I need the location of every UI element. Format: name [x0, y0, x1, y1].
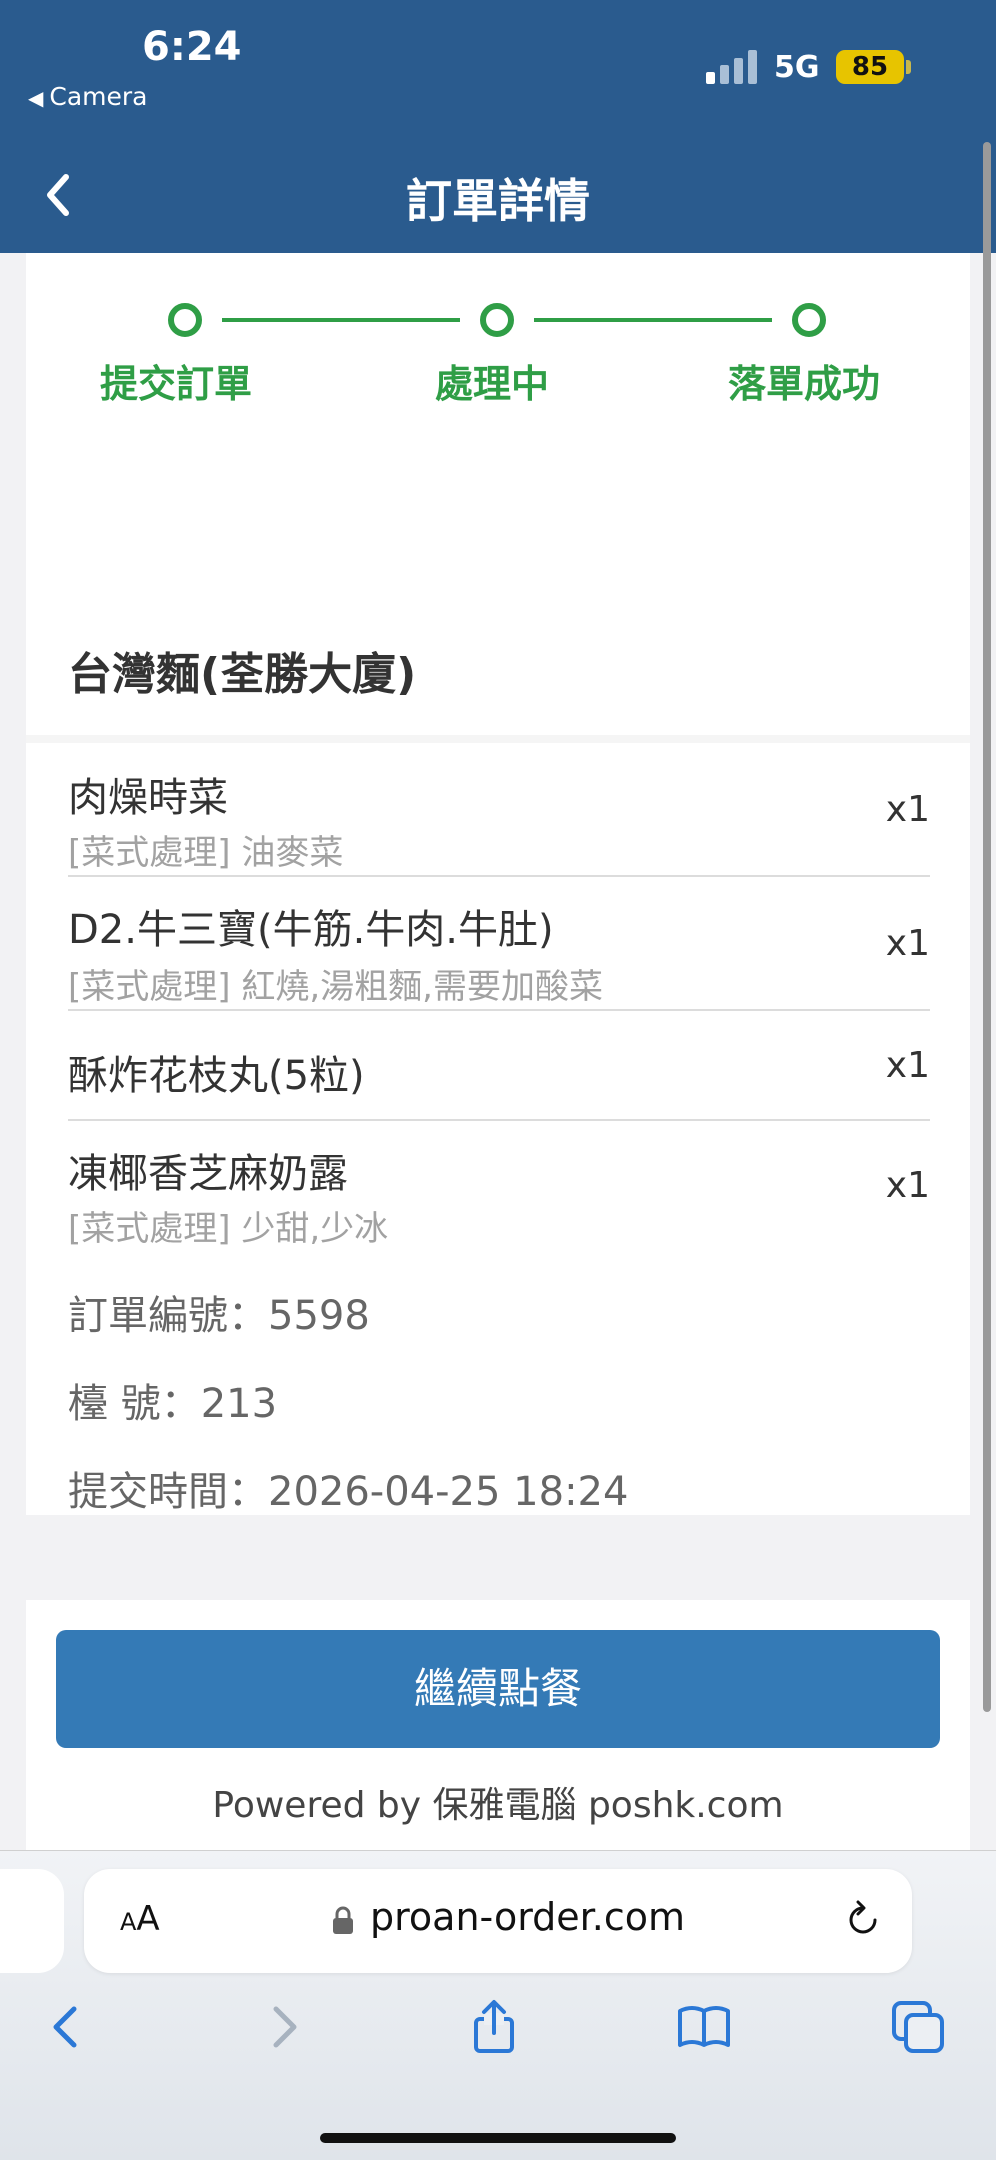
- cellular-signal-icon: [706, 48, 758, 84]
- progress-line-2: [534, 318, 772, 322]
- order-card: 提交訂單 處理中 落單成功 台灣麵(荃勝大廈) 肉燥時菜 [菜式處理] 油麥菜 …: [26, 253, 970, 1515]
- url-text: proan-order.com: [370, 1895, 686, 1939]
- order-progress: 提交訂單 處理中 落單成功: [26, 253, 970, 413]
- bookmarks-icon[interactable]: [676, 1999, 732, 2055]
- order-number: 訂單編號：5598: [68, 1293, 370, 1339]
- item-name: 酥炸花枝丸(5粒): [68, 1053, 365, 1099]
- browser-toolbar: AA proan-order.com: [0, 1850, 996, 2160]
- tabs-icon[interactable]: [890, 1999, 946, 2055]
- battery-nub-icon: [906, 60, 911, 74]
- item-qty: x1: [885, 1045, 930, 1086]
- browser-back-icon[interactable]: [38, 1999, 94, 2055]
- item-options: [菜式處理] 油麥菜: [68, 833, 344, 873]
- reload-icon[interactable]: [842, 1899, 884, 1941]
- lock-icon: [333, 1906, 353, 1934]
- header-bar: 6:24 ◀ Camera 5G 85 訂單詳情: [0, 0, 996, 253]
- page-title: 訂單詳情: [406, 174, 590, 228]
- reader-settings-button[interactable]: AA: [120, 1899, 160, 1939]
- powered-by-text: Powered by 保雅電腦 poshk.com: [212, 1785, 784, 1826]
- order-item: 酥炸花枝丸(5粒) x1: [68, 1011, 930, 1121]
- address-bar[interactable]: AA proan-order.com: [84, 1869, 912, 1973]
- action-panel: 繼續點餐 Powered by 保雅電腦 poshk.com: [26, 1600, 970, 1850]
- item-qty: x1: [885, 1165, 930, 1206]
- previous-tab-preview[interactable]: [0, 1869, 64, 1973]
- share-icon[interactable]: [466, 1999, 522, 2055]
- item-options: [菜式處理] 少甜,少冰: [68, 1209, 389, 1249]
- scrollbar[interactable]: [983, 142, 991, 1712]
- section-divider: [26, 735, 970, 743]
- store-name: 台灣麵(荃勝大廈): [68, 649, 417, 700]
- item-options: [菜式處理] 紅燒,湯粗麵,需要加酸菜: [68, 967, 603, 1007]
- order-item: 凍椰香芝麻奶露 [菜式處理] 少甜,少冰 x1: [68, 1121, 930, 1255]
- order-item: D2.牛三寶(牛筋.牛肉.牛肚) [菜式處理] 紅燒,湯粗麵,需要加酸菜 x1: [68, 877, 930, 1011]
- submit-time: 提交時間：2026-04-25 18:24: [68, 1469, 629, 1515]
- step-label-processing: 處理中: [435, 362, 550, 406]
- item-name: 肉燥時菜: [68, 775, 228, 821]
- step-dot-submitted: [168, 303, 202, 337]
- status-time: 6:24: [142, 24, 242, 70]
- continue-ordering-button[interactable]: 繼續點餐: [56, 1630, 940, 1748]
- back-app-label: Camera: [49, 82, 148, 111]
- progress-line-1: [222, 318, 460, 322]
- item-qty: x1: [885, 923, 930, 964]
- item-name: 凍椰香芝麻奶露: [68, 1151, 348, 1197]
- table-number: 檯 號：213: [68, 1381, 278, 1427]
- order-item: 肉燥時菜 [菜式處理] 油麥菜 x1: [68, 743, 930, 877]
- battery-indicator: 85: [836, 50, 904, 84]
- back-triangle-icon: ◀: [28, 86, 44, 110]
- browser-forward-icon[interactable]: [256, 1999, 312, 2055]
- back-to-app-link[interactable]: ◀ Camera: [28, 82, 148, 111]
- network-type: 5G: [774, 50, 820, 85]
- item-qty: x1: [885, 789, 930, 830]
- step-dot-success: [792, 303, 826, 337]
- item-name: D2.牛三寶(牛筋.牛肉.牛肚): [68, 907, 554, 953]
- step-label-success: 落單成功: [728, 362, 881, 406]
- home-indicator[interactable]: [320, 2133, 676, 2143]
- step-label-submitted: 提交訂單: [100, 362, 253, 406]
- step-dot-processing: [480, 303, 514, 337]
